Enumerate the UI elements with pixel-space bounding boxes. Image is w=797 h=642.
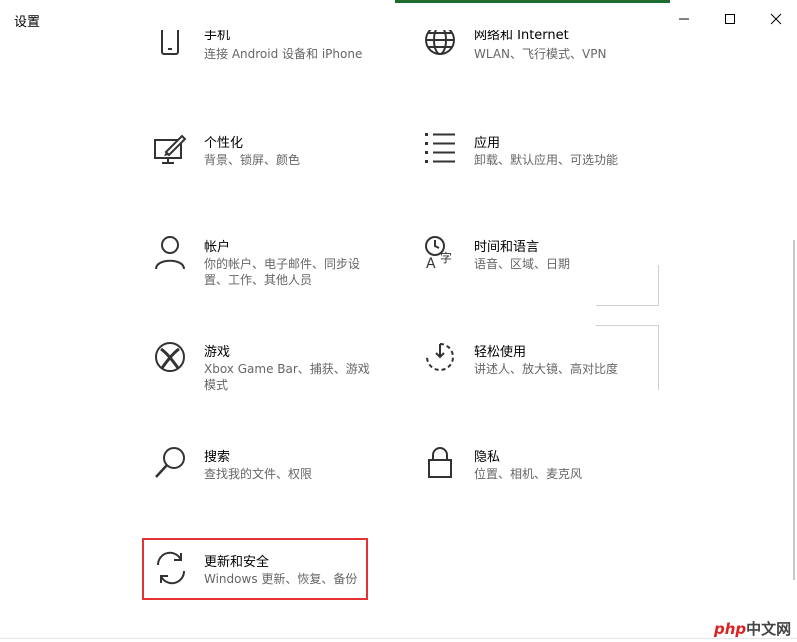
close-button[interactable] <box>753 0 797 38</box>
xbox-icon <box>154 341 188 375</box>
scrollbar[interactable] <box>793 240 795 580</box>
maximize-icon <box>725 14 735 24</box>
settings-tile-search[interactable]: 搜索 查找我的文件、权限 <box>154 446 384 496</box>
tile-label: 应用 <box>474 136 501 151</box>
settings-tile-gaming[interactable]: 游戏 Xbox Game Bar、捕获、游戏模式 <box>154 341 384 401</box>
watermark-part1: php <box>714 620 747 638</box>
window-bottom-edge <box>0 638 797 639</box>
settings-tile-accounts[interactable]: 帐户 你的帐户、电子邮件、同步设置、工作、其他人员 <box>154 236 384 296</box>
maximize-button[interactable] <box>707 0 753 38</box>
settings-tile-privacy[interactable]: 隐私 位置、相机、麦克风 <box>424 446 654 496</box>
tile-description: 背景、锁屏、颜色 <box>204 153 301 167</box>
background-window-edge <box>658 325 659 390</box>
tile-description: 讲述人、放大镜、高对比度 <box>474 362 619 376</box>
tile-label: 轻松使用 <box>474 345 527 360</box>
tile-description: 你的帐户、电子邮件、同步设置、工作、其他人员 <box>204 257 361 287</box>
background-window-edge <box>596 325 659 326</box>
minimize-button[interactable] <box>661 0 707 38</box>
tile-description: WLAN、飞行模式、VPN <box>474 47 607 61</box>
person-icon <box>154 236 188 270</box>
settings-tile-time-language[interactable]: A字 时间和语言 语音、区域、日期 <box>424 236 654 286</box>
tile-description: 位置、相机、麦克风 <box>474 467 583 481</box>
watermark-part2: 中文网 <box>746 620 792 638</box>
apps-list-icon <box>424 132 458 166</box>
background-window-edge <box>658 265 659 305</box>
tile-description: 连接 Android 设备和 iPhone <box>204 47 363 61</box>
window-title: 设置 <box>14 15 41 30</box>
tile-description: 查找我的文件、权限 <box>204 467 313 481</box>
settings-tile-phone[interactable]: 手机 连接 Android 设备和 iPhone <box>154 30 384 74</box>
tile-label: 隐私 <box>474 450 501 465</box>
highlight-box <box>142 538 368 600</box>
close-icon <box>770 13 782 25</box>
tile-description: Xbox Game Bar、捕获、游戏模式 <box>204 362 370 392</box>
settings-tile-network[interactable]: 网络和 Internet WLAN、飞行模式、VPN <box>424 30 654 74</box>
ease-of-access-icon <box>424 341 458 375</box>
svg-text:字: 字 <box>440 250 452 265</box>
tile-description: 卸载、默认应用、可选功能 <box>474 153 619 167</box>
search-icon <box>154 446 188 480</box>
minimize-icon <box>679 18 689 20</box>
tile-label: 个性化 <box>204 136 244 151</box>
tile-label: 游戏 <box>204 345 231 360</box>
title-bar: 设置 <box>0 0 797 38</box>
tile-label: 搜索 <box>204 450 231 465</box>
settings-tile-ease-of-access[interactable]: 轻松使用 讲述人、放大镜、高对比度 <box>424 341 654 391</box>
lock-icon <box>424 446 458 480</box>
watermark: php中文网 <box>714 618 791 639</box>
settings-tile-personalization[interactable]: 个性化 背景、锁屏、颜色 <box>154 132 384 182</box>
personalization-icon <box>154 132 188 166</box>
settings-tile-apps[interactable]: 应用 卸载、默认应用、可选功能 <box>424 132 654 182</box>
background-window-strip <box>395 0 670 3</box>
svg-text:A: A <box>426 256 436 270</box>
tile-description: 语音、区域、日期 <box>474 257 571 271</box>
tile-label: 帐户 <box>204 240 231 255</box>
background-window-edge <box>596 305 659 306</box>
time-language-icon: A字 <box>424 236 458 272</box>
tile-label: 时间和语言 <box>474 240 540 255</box>
